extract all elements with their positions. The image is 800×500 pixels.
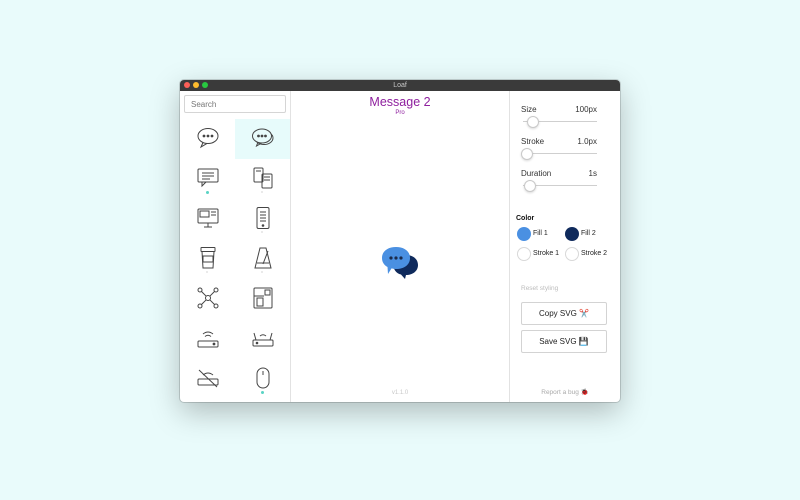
coffee-machine-icon-cell[interactable]: [235, 279, 290, 319]
chat-bubble-icon-cell[interactable]: [180, 159, 235, 199]
status-dot: [261, 271, 263, 273]
size-label: Size: [521, 105, 537, 114]
router-icon: [252, 332, 274, 347]
stroke-2-color-circle[interactable]: [565, 247, 579, 261]
status-dot: [261, 391, 264, 394]
mouse-icon-cell[interactable]: [235, 359, 290, 399]
duration-value: 1s: [588, 169, 597, 178]
stroke-track[interactable]: [523, 153, 597, 154]
mouse-icon: [256, 367, 270, 389]
stroke-label: Stroke: [521, 137, 545, 146]
search-input[interactable]: [184, 95, 286, 113]
preview-panel: Message 2 Pro v1.1.0: [291, 91, 510, 402]
stroke-1-swatch[interactable]: Stroke 1: [517, 247, 565, 261]
status-dot: [261, 191, 263, 193]
fill-2-color-circle[interactable]: [565, 227, 579, 241]
pro-badge: Pro: [395, 110, 405, 116]
clock-icon-cell[interactable]: [180, 399, 235, 402]
fill-1-label: Fill 1: [533, 230, 548, 237]
icon-title: Message 2: [369, 95, 431, 109]
size-value: 100px: [575, 105, 597, 114]
metronome-icon: [254, 247, 272, 269]
icon-sidebar: [180, 91, 291, 402]
reset-styling-link[interactable]: Reset styling: [521, 285, 558, 292]
size-knob[interactable]: [527, 116, 540, 128]
color-heading: Color: [516, 215, 535, 222]
message-2-icon-cell[interactable]: [235, 119, 290, 159]
metronome-icon-cell[interactable]: [235, 239, 290, 279]
controls-panel: Size 100px Stroke 1.0px Duration 1s Colo…: [510, 91, 620, 402]
copy-svg-button[interactable]: Copy SVG ✂️: [521, 302, 607, 325]
stroke-2-label: Stroke 2: [581, 250, 608, 257]
status-dot: [206, 271, 208, 273]
version-label: v1.1.0: [391, 390, 409, 396]
status-dot: [206, 191, 209, 194]
chat-bubble-icon: [197, 168, 219, 188]
report-bug-link[interactable]: Report a bug 🐞: [510, 388, 620, 396]
fill-1-swatch[interactable]: Fill 1: [517, 227, 565, 241]
stroke-1-color-circle[interactable]: [517, 247, 531, 261]
stroke-1-label: Stroke 1: [533, 250, 560, 257]
router-off-icon-cell[interactable]: [180, 359, 235, 399]
fill-2-swatch[interactable]: Fill 2: [565, 227, 613, 241]
network-nodes-icon-cell[interactable]: [180, 279, 235, 319]
wifi-router-icon-cell[interactable]: [180, 319, 235, 359]
save-svg-button[interactable]: Save SVG 💾: [521, 330, 607, 353]
status-dot: [261, 231, 263, 233]
devices-sync-icon-cell[interactable]: [235, 159, 290, 199]
coffee-machine-icon: [253, 287, 273, 309]
fill-1-color-circle[interactable]: [517, 227, 531, 241]
network-nodes-icon: [197, 287, 219, 309]
mobile-phone-icon: [256, 207, 270, 229]
duration-knob[interactable]: [524, 180, 537, 192]
devices-sync-icon: [253, 167, 273, 189]
window-title: Loaf: [393, 82, 407, 89]
duration-label: Duration: [521, 169, 552, 178]
stroke-value: 1.0px: [577, 137, 597, 146]
wifi-router-icon: [197, 331, 219, 348]
app-window: Loaf Search Message 2 Pro v1.1.0 Size 10…: [180, 80, 620, 402]
mobile-phone-icon-cell[interactable]: [235, 199, 290, 239]
message-1-icon: [197, 128, 219, 149]
computer-stack-icon-cell[interactable]: [180, 199, 235, 239]
message-2-preview-icon: [382, 247, 418, 279]
title-bar: Loaf: [180, 80, 620, 91]
message-2-icon: [252, 128, 274, 148]
coffee-cup-icon-cell[interactable]: [180, 239, 235, 279]
fill-2-label: Fill 2: [581, 230, 596, 237]
message-1-icon-cell[interactable]: [180, 119, 235, 159]
router-off-icon: [197, 369, 219, 388]
stroke-2-swatch[interactable]: Stroke 2: [565, 247, 613, 261]
stroke-knob[interactable]: [521, 148, 533, 160]
router-icon-cell[interactable]: [235, 319, 290, 359]
coffee-cup-icon: [200, 247, 216, 269]
computer-stack-icon: [197, 208, 219, 228]
